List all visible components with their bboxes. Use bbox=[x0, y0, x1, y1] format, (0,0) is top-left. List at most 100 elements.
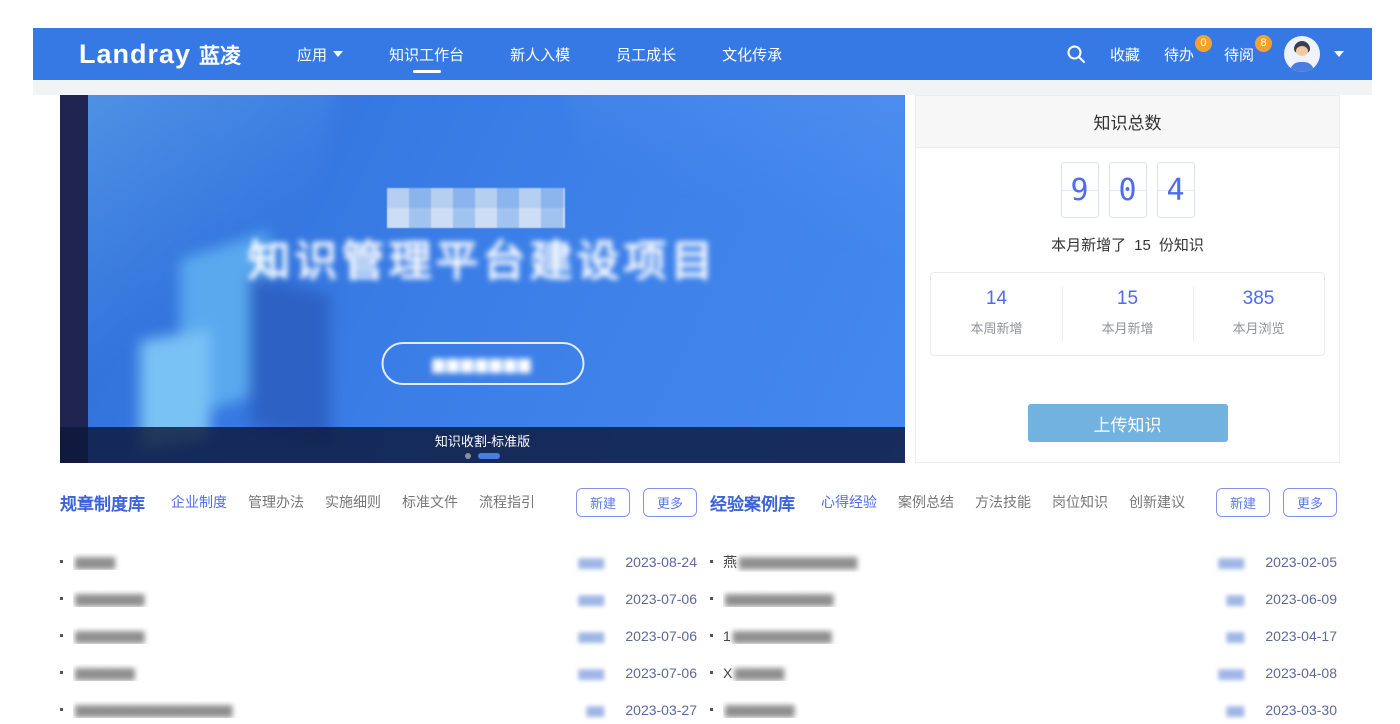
section-tab-1[interactable]: 案例总结 bbox=[898, 492, 954, 512]
stat-label: 本周新增 bbox=[931, 318, 1062, 337]
user-avatar[interactable] bbox=[1284, 36, 1320, 72]
new-button[interactable]: 新建 bbox=[576, 488, 630, 517]
list-item-title[interactable]: ▆▆▆▆▆▆▆ bbox=[723, 701, 1227, 718]
bullet-icon bbox=[710, 708, 713, 711]
list-item-title[interactable]: X▆▆▆▆▆ bbox=[723, 664, 1218, 681]
stat-value: 385 bbox=[1193, 288, 1324, 310]
bullet-icon bbox=[710, 560, 713, 563]
logo-text-en: Landray bbox=[79, 39, 191, 70]
landray-logo[interactable]: Landray 蓝凌 bbox=[79, 39, 241, 70]
nav-toread[interactable]: 待阅 8 bbox=[1224, 44, 1260, 65]
section-tab-1[interactable]: 管理办法 bbox=[248, 492, 304, 512]
digit-box-2: 4 bbox=[1157, 162, 1195, 218]
nav-todo-label: 待办 bbox=[1164, 47, 1194, 64]
banner-pill-label: ▆▆▆▆▆▆▆ bbox=[432, 354, 532, 374]
section-title[interactable]: 经验案例库 bbox=[710, 490, 795, 515]
menu-item-1[interactable]: 知识工作台 bbox=[389, 28, 464, 80]
stat-col-0: 14本周新增 bbox=[931, 273, 1062, 355]
section-tab-0[interactable]: 企业制度 bbox=[171, 492, 227, 512]
section-tab-3[interactable]: 标准文件 bbox=[402, 492, 458, 512]
new-button[interactable]: 新建 bbox=[1216, 488, 1270, 517]
list-item-title[interactable]: ▆▆▆▆▆▆ bbox=[73, 664, 578, 681]
bullet-icon bbox=[710, 671, 713, 674]
list-item[interactable]: 燕▆▆▆▆▆▆▆▆▆▆▆▆▆▆▆2023-02-05 bbox=[710, 543, 1337, 580]
list-item-title[interactable]: ▆▆▆▆▆▆▆▆▆▆▆ bbox=[723, 590, 1227, 607]
list-item-date: 2023-07-06 bbox=[617, 591, 697, 607]
list-item-tag: ▆▆ bbox=[1227, 592, 1243, 606]
digit-box-0: 9 bbox=[1061, 162, 1099, 218]
list-item-tag: ▆▆ bbox=[587, 703, 603, 717]
list-item-title[interactable]: ▆▆▆▆▆▆▆▆▆▆▆▆▆▆▆▆ bbox=[73, 701, 587, 718]
list-item-title[interactable]: ▆▆▆▆▆▆▆ bbox=[73, 590, 578, 607]
monthly-count: 15 bbox=[1134, 237, 1151, 254]
knowledge-list: 燕▆▆▆▆▆▆▆▆▆▆▆▆▆▆▆2023-02-05▆▆▆▆▆▆▆▆▆▆▆▆▆2… bbox=[710, 543, 1337, 724]
carousel-dot-1[interactable] bbox=[478, 453, 500, 459]
knowledge-section-0: 规章制度库企业制度管理办法实施细则标准文件流程指引新建更多▆▆▆▆▆▆▆2023… bbox=[60, 487, 697, 724]
list-item[interactable]: ▆▆▆▆▆▆▆2023-08-24 bbox=[60, 543, 697, 580]
carousel-dot-0[interactable] bbox=[465, 453, 471, 459]
section-tab-4[interactable]: 创新建议 bbox=[1129, 492, 1185, 512]
monthly-suffix: 份知识 bbox=[1159, 237, 1204, 254]
list-item[interactable]: ▆▆▆▆▆▆▆▆▆▆▆▆▆ 2023-06-09 bbox=[710, 580, 1337, 617]
knowledge-list: ▆▆▆▆▆▆▆2023-08-24▆▆▆▆▆▆▆▆▆▆2023-07-06▆▆▆… bbox=[60, 543, 697, 724]
section-tab-3[interactable]: 岗位知识 bbox=[1052, 492, 1108, 512]
stat-col-2: 385本月浏览 bbox=[1193, 273, 1324, 355]
stat-value: 15 bbox=[1062, 288, 1193, 310]
menu-item-0[interactable]: 应用 bbox=[297, 28, 343, 80]
list-item-date: 2023-02-05 bbox=[1257, 554, 1337, 570]
list-item-tag: ▆▆▆ bbox=[578, 666, 603, 680]
list-item-date: 2023-04-17 bbox=[1257, 628, 1337, 644]
list-item[interactable]: ▆▆▆▆▆▆▆▆▆▆2023-07-06 bbox=[60, 580, 697, 617]
menu-item-4[interactable]: 文化传承 bbox=[722, 28, 782, 80]
list-item[interactable]: 1▆▆▆▆▆▆▆▆▆▆▆▆2023-04-17 bbox=[710, 617, 1337, 654]
chevron-down-icon[interactable] bbox=[1334, 51, 1344, 57]
more-button[interactable]: 更多 bbox=[643, 488, 697, 517]
list-item-date: 2023-04-08 bbox=[1257, 665, 1337, 681]
banner-title: 知识管理平台建设项目 bbox=[60, 227, 905, 289]
knowledge-section-1: 经验案例库 心得经验 案例总结 方法技能 岗位知识 创新建议 新建更多燕▆▆▆▆▆▆▆▆▆▆… bbox=[710, 487, 1337, 724]
stat-label: 本月新增 bbox=[1062, 318, 1193, 337]
list-item[interactable]: X▆▆▆▆▆▆▆▆ 2023-04-08 bbox=[710, 654, 1337, 691]
list-item-title[interactable]: ▆▆▆▆ bbox=[73, 553, 578, 570]
monthly-prefix: 本月新增了 bbox=[1051, 237, 1126, 254]
more-button[interactable]: 更多 bbox=[1283, 488, 1337, 517]
list-item-date: 2023-06-09 bbox=[1257, 591, 1337, 607]
stat-col-1: 15 本月新增 bbox=[1062, 273, 1193, 355]
section-title[interactable]: 规章制度库 bbox=[60, 490, 145, 515]
bullet-icon bbox=[710, 597, 713, 600]
stats-summary-box: 14本周新增15 本月新增385本月浏览 bbox=[930, 272, 1325, 356]
bullet-icon bbox=[710, 634, 713, 637]
upload-knowledge-button[interactable]: 上传知识 bbox=[1028, 404, 1228, 442]
list-item[interactable]: ▆▆▆▆▆▆▆▆▆2023-03-30 bbox=[710, 691, 1337, 724]
list-item-title[interactable]: 1▆▆▆▆▆▆▆▆▆▆ bbox=[723, 627, 1227, 644]
navbar-right-cluster: 收藏 待办 0 待阅 8 bbox=[1066, 36, 1344, 72]
menu-item-2[interactable]: 新人入模 bbox=[510, 28, 570, 80]
banner-pill-button[interactable]: ▆▆▆▆▆▆▆ bbox=[381, 342, 584, 385]
search-icon[interactable] bbox=[1066, 44, 1086, 64]
knowledge-portal-page: Landray 蓝凌 应用知识工作台新人入模员工成长文化传承 收藏 待办 0 待… bbox=[0, 0, 1400, 724]
section-tab-2[interactable]: 方法技能 bbox=[975, 492, 1031, 512]
menu-item-3[interactable]: 员工成长 bbox=[616, 28, 676, 80]
list-item-tag: ▆▆▆ bbox=[578, 555, 603, 569]
list-item-date: 2023-07-06 bbox=[617, 628, 697, 644]
list-item-date: 2023-03-27 bbox=[617, 702, 697, 718]
avatar-face bbox=[1296, 46, 1308, 56]
nav-todo[interactable]: 待办 0 bbox=[1164, 44, 1200, 65]
list-item[interactable]: ▆▆▆▆▆▆▆▆▆ 2023-07-06 bbox=[60, 654, 697, 691]
list-item-tag: ▆▆▆ bbox=[1218, 666, 1243, 680]
list-item-date: 2023-07-06 bbox=[617, 665, 697, 681]
section-tab-2[interactable]: 实施细则 bbox=[325, 492, 381, 512]
monthly-added-line: 本月新增了 15 份知识 bbox=[916, 234, 1339, 255]
list-item[interactable]: ▆▆▆▆▆▆▆▆▆▆▆▆▆▆▆▆▆▆ 2023-03-27 bbox=[60, 691, 697, 724]
section-tab-4[interactable]: 流程指引 bbox=[479, 492, 535, 512]
toread-count-badge: 8 bbox=[1255, 35, 1272, 52]
nav-toread-label: 待阅 bbox=[1224, 47, 1254, 64]
list-item[interactable]: ▆▆▆▆▆▆▆▆▆▆2023-07-06 bbox=[60, 617, 697, 654]
hero-banner[interactable]: 知识管理平台建设项目 ▆▆▆▆▆▆▆ 知识收割-标准版 bbox=[60, 95, 905, 463]
main-menu: 应用知识工作台新人入模员工成长文化传承 bbox=[297, 28, 782, 80]
list-item-title[interactable]: ▆▆▆▆▆▆▆ bbox=[73, 627, 578, 644]
nav-favorites[interactable]: 收藏 bbox=[1110, 44, 1140, 65]
section-tab-0[interactable]: 心得经验 bbox=[821, 492, 877, 512]
bullet-icon bbox=[60, 634, 63, 637]
list-item-title[interactable]: 燕▆▆▆▆▆▆▆▆▆▆▆▆ bbox=[723, 552, 1218, 572]
